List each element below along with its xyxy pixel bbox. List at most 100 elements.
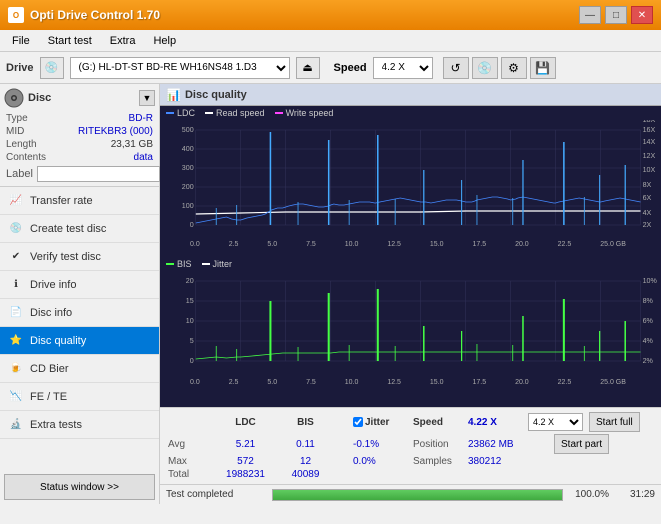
sidebar-item-disc-quality[interactable]: ⭐ Disc quality bbox=[0, 327, 159, 355]
drive-select[interactable]: (G:) HL-DT-ST BD-RE WH16NS48 1.D3 bbox=[70, 57, 290, 79]
close-button[interactable]: ✕ bbox=[631, 6, 653, 24]
drive-icon[interactable]: 💿 bbox=[40, 57, 64, 79]
sidebar-item-disc-info[interactable]: 📄 Disc info bbox=[0, 299, 159, 327]
svg-text:10%: 10% bbox=[643, 278, 658, 285]
sidebar-item-verify-test-disc[interactable]: ✔ Verify test disc bbox=[0, 243, 159, 271]
bottom-chart-legend: BIS Jitter bbox=[160, 257, 661, 271]
sidebar-item-label: CD Bier bbox=[30, 363, 69, 375]
titlebar-left: O Opti Drive Control 1.70 bbox=[8, 7, 160, 23]
disc-panel: Disc ▼ Type BD-R MID RITEKBR3 (000) Leng… bbox=[0, 84, 159, 187]
minimize-button[interactable]: — bbox=[579, 6, 601, 24]
titlebar-buttons: — □ ✕ bbox=[579, 6, 653, 24]
mid-value: RITEKBR3 (000) bbox=[78, 126, 153, 137]
bxaxis-5: 5.0 bbox=[267, 379, 277, 386]
svg-text:10: 10 bbox=[186, 318, 194, 325]
start-part-container: Start part bbox=[554, 434, 609, 454]
svg-text:14X: 14X bbox=[643, 139, 656, 146]
menu-extra[interactable]: Extra bbox=[102, 33, 144, 49]
bxaxis-2.5: 2.5 bbox=[229, 379, 239, 386]
drive-info-icon: ℹ bbox=[8, 277, 24, 293]
total-label: Total bbox=[168, 469, 213, 480]
xaxis-10: 10.0 bbox=[345, 241, 359, 248]
sidebar-item-fe-te[interactable]: 📉 FE / TE bbox=[0, 383, 159, 411]
svg-text:400: 400 bbox=[182, 146, 194, 153]
titlebar: O Opti Drive Control 1.70 — □ ✕ bbox=[0, 0, 661, 30]
length-value: 23,31 GB bbox=[111, 139, 153, 150]
bottom-chart: BIS Jitter bbox=[160, 257, 661, 408]
status-text: Test completed bbox=[166, 489, 266, 500]
svg-text:200: 200 bbox=[182, 184, 194, 191]
header-jitter: Jitter bbox=[353, 417, 413, 428]
chart-title: Disc quality bbox=[185, 89, 247, 101]
status-window-label: Status window >> bbox=[40, 482, 119, 493]
chart-header: 📊 Disc quality bbox=[160, 84, 661, 106]
legend-ldc: LDC bbox=[166, 108, 195, 118]
save-button[interactable]: 💾 bbox=[530, 57, 556, 79]
menu-start-test[interactable]: Start test bbox=[40, 33, 100, 49]
svg-text:4%: 4% bbox=[643, 338, 654, 345]
sidebar-item-extra-tests[interactable]: 🔬 Extra tests bbox=[0, 411, 159, 439]
sidebar-item-transfer-rate[interactable]: 📈 Transfer rate bbox=[0, 187, 159, 215]
content-area: 📊 Disc quality LDC Read speed bbox=[160, 84, 661, 504]
max-label: Max bbox=[168, 456, 213, 467]
transfer-rate-icon: 📈 bbox=[8, 193, 24, 209]
speed-select[interactable]: 4.2 X bbox=[373, 57, 433, 79]
bxaxis-12.5: 12.5 bbox=[387, 379, 401, 386]
bxaxis-25: 25.0 GB bbox=[600, 379, 626, 386]
svg-text:100: 100 bbox=[182, 203, 194, 210]
disc-length-row: Length 23,31 GB bbox=[4, 138, 155, 151]
nav-items: 📈 Transfer rate 💿 Create test disc ✔ Ver… bbox=[0, 187, 159, 470]
extra-tests-icon: 🔬 bbox=[8, 417, 24, 433]
svg-text:16X: 16X bbox=[643, 127, 656, 134]
refresh-button[interactable]: ↺ bbox=[443, 57, 469, 79]
disc-options-btn[interactable]: ▼ bbox=[139, 90, 155, 106]
sidebar-item-cd-bier[interactable]: 🍺 CD Bier bbox=[0, 355, 159, 383]
bxaxis-17.5: 17.5 bbox=[472, 379, 486, 386]
action-buttons: Start full bbox=[589, 412, 640, 432]
sidebar-item-create-test-disc[interactable]: 💿 Create test disc bbox=[0, 215, 159, 243]
max-jitter: 0.0% bbox=[353, 456, 413, 467]
speed-select-stats[interactable]: 4.2 X bbox=[528, 413, 583, 431]
chart-header-icon: 📊 bbox=[166, 88, 181, 102]
bxaxis-20: 20.0 bbox=[515, 379, 529, 386]
sidebar-item-label: Drive info bbox=[30, 279, 76, 291]
contents-label: Contents bbox=[6, 152, 46, 163]
avg-label: Avg bbox=[168, 439, 213, 450]
maximize-button[interactable]: □ bbox=[605, 6, 627, 24]
bxaxis-0: 0.0 bbox=[190, 379, 200, 386]
menu-file[interactable]: File bbox=[4, 33, 38, 49]
label-input[interactable] bbox=[37, 166, 160, 182]
label-label: Label bbox=[6, 168, 33, 180]
status-window-button[interactable]: Status window >> bbox=[4, 474, 155, 500]
eject-button[interactable]: ⏏ bbox=[296, 57, 320, 79]
sidebar-item-label: Disc quality bbox=[30, 335, 86, 347]
svg-text:20: 20 bbox=[186, 278, 194, 285]
create-test-icon: 💿 bbox=[8, 221, 24, 237]
svg-text:4X: 4X bbox=[643, 210, 652, 217]
drive-label: Drive bbox=[6, 62, 34, 74]
legend-write-speed-label: Write speed bbox=[286, 108, 334, 118]
sidebar-item-label: Disc info bbox=[30, 307, 72, 319]
bxaxis-22.5: 22.5 bbox=[558, 379, 572, 386]
jitter-checkbox[interactable] bbox=[353, 417, 363, 427]
menu-help[interactable]: Help bbox=[145, 33, 184, 49]
sidebar-item-drive-info[interactable]: ℹ Drive info bbox=[0, 271, 159, 299]
svg-text:10X: 10X bbox=[643, 167, 656, 174]
xaxis-12.5: 12.5 bbox=[387, 241, 401, 248]
disc-title: Disc bbox=[28, 92, 51, 104]
progress-percent: 100.0% bbox=[569, 489, 609, 500]
settings-button[interactable]: ⚙ bbox=[501, 57, 527, 79]
drivebar: Drive 💿 (G:) HL-DT-ST BD-RE WH16NS48 1.D… bbox=[0, 52, 661, 84]
svg-text:6X: 6X bbox=[643, 195, 652, 202]
svg-text:15: 15 bbox=[186, 298, 194, 305]
xaxis-15: 15.0 bbox=[430, 241, 444, 248]
svg-text:500: 500 bbox=[182, 127, 194, 134]
start-part-button[interactable]: Start part bbox=[554, 434, 609, 454]
samples-label: Samples bbox=[413, 456, 468, 467]
total-ldc: 1988231 bbox=[213, 469, 278, 480]
svg-text:12X: 12X bbox=[643, 153, 656, 160]
disc-button[interactable]: 💿 bbox=[472, 57, 498, 79]
mid-label: MID bbox=[6, 126, 24, 137]
start-full-button[interactable]: Start full bbox=[589, 412, 640, 432]
legend-bis-label: BIS bbox=[177, 259, 192, 269]
